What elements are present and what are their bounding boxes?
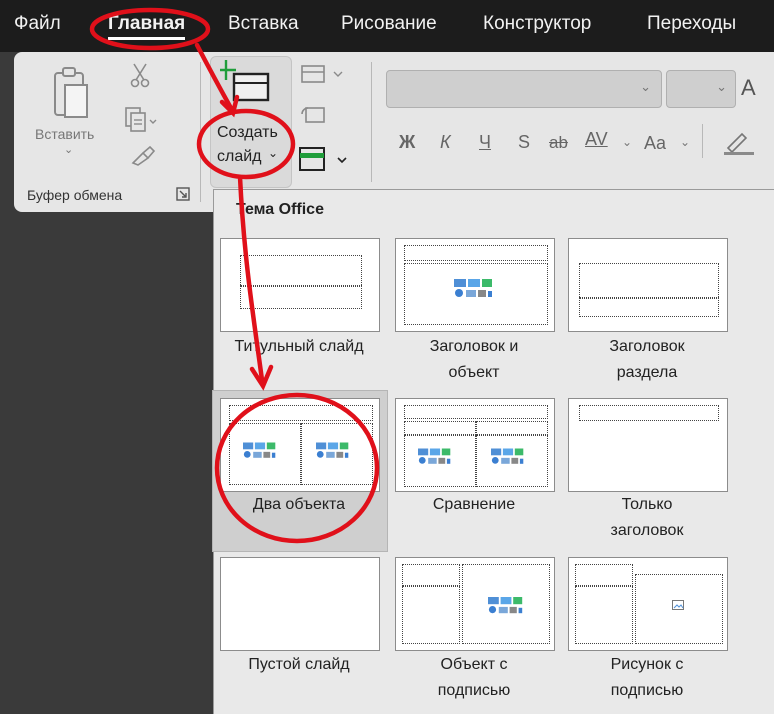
grow-font-button[interactable]: A bbox=[741, 75, 756, 101]
title-placeholder bbox=[579, 405, 719, 421]
layout-label-line: Объект с bbox=[440, 656, 508, 673]
picture-icon bbox=[672, 600, 684, 610]
text-placeholder bbox=[579, 297, 719, 317]
layout-label-line: объект bbox=[448, 364, 500, 381]
layout-label-line: заголовок bbox=[610, 522, 684, 539]
clipboard-group-label: Буфер обмена bbox=[27, 187, 123, 203]
tab-transitions[interactable]: Переходы bbox=[647, 13, 736, 35]
font-family-select[interactable]: ⌄ bbox=[386, 70, 662, 108]
group-divider bbox=[200, 62, 201, 202]
new-slide-label-2[interactable]: слайд bbox=[217, 148, 262, 166]
content-icons bbox=[488, 597, 523, 614]
format-painter-icon[interactable] bbox=[130, 145, 156, 167]
layout-thumb-comparison[interactable] bbox=[395, 398, 555, 492]
font-family-chevron-icon: ⌄ bbox=[640, 79, 651, 94]
heading-placeholder-left bbox=[404, 421, 476, 435]
char-spacing-chevron-icon[interactable]: ⌄ bbox=[622, 135, 632, 149]
char-spacing-button[interactable]: AV bbox=[585, 129, 608, 150]
tab-draw[interactable]: Рисование bbox=[341, 13, 437, 35]
title-placeholder bbox=[402, 564, 460, 586]
layout-thumb-content-caption[interactable] bbox=[395, 557, 555, 651]
layout-thumb-blank[interactable] bbox=[220, 557, 380, 651]
cut-icon[interactable] bbox=[129, 62, 151, 88]
layout-label-section-header[interactable]: Заголовок раздела bbox=[557, 334, 737, 386]
layout-label-title-content[interactable]: Заголовок и объект bbox=[384, 334, 564, 386]
strikethrough-button[interactable]: ab bbox=[549, 133, 568, 153]
text-placeholder bbox=[575, 586, 633, 644]
highlight-icon[interactable] bbox=[724, 128, 754, 156]
layout-thumb-title-content[interactable] bbox=[395, 238, 555, 332]
layout-thumb-section-header[interactable] bbox=[568, 238, 728, 332]
title-placeholder bbox=[579, 263, 719, 299]
underline-button[interactable]: Ч bbox=[479, 132, 491, 153]
tab-home[interactable]: Главная bbox=[108, 13, 186, 40]
layout-label-line: раздела bbox=[616, 364, 678, 381]
layout-label-line: подписью bbox=[610, 682, 684, 699]
layout-label-two-content[interactable]: Два объекта bbox=[209, 492, 389, 518]
bold-button[interactable]: Ж bbox=[399, 132, 415, 153]
content-icons bbox=[243, 442, 276, 458]
layout-icon[interactable] bbox=[300, 64, 348, 86]
group-divider-2 bbox=[371, 62, 372, 182]
title-placeholder bbox=[575, 564, 633, 586]
tab-file[interactable]: Файл bbox=[14, 13, 61, 35]
title-placeholder bbox=[229, 405, 373, 421]
layout-thumb-picture-caption[interactable] bbox=[568, 557, 728, 651]
subtitle-placeholder bbox=[240, 285, 362, 309]
copy-icon[interactable] bbox=[124, 106, 158, 134]
layout-label-line: подписью bbox=[437, 682, 511, 699]
layout-label-line: Рисунок с bbox=[610, 656, 684, 673]
reset-icon[interactable] bbox=[300, 104, 328, 126]
layout-label-content-caption[interactable]: Объект с подписью bbox=[384, 652, 564, 704]
layout-thumb-title-slide[interactable] bbox=[220, 238, 380, 332]
layout-label-line: Заголовок и bbox=[429, 338, 519, 355]
format-divider bbox=[702, 124, 703, 158]
tab-design[interactable]: Конструктор bbox=[483, 13, 591, 35]
layout-label-line: Заголовок bbox=[609, 338, 685, 355]
change-case-button[interactable]: Aa bbox=[644, 133, 666, 154]
layout-label-line: Только bbox=[621, 496, 673, 513]
new-slide-icon[interactable] bbox=[220, 58, 272, 104]
layout-label-blank[interactable]: Пустой слайд bbox=[209, 652, 389, 678]
content-icons bbox=[491, 448, 524, 464]
content-icons bbox=[316, 442, 349, 458]
font-size-chevron-icon: ⌄ bbox=[716, 79, 727, 94]
title-placeholder bbox=[404, 405, 548, 419]
layout-label-title-slide[interactable]: Титульный слайд bbox=[209, 334, 389, 360]
new-slide-label[interactable]: Создать bbox=[217, 124, 278, 142]
tab-insert[interactable]: Вставка bbox=[228, 13, 299, 35]
layout-thumb-title-only[interactable] bbox=[568, 398, 728, 492]
layout-label-comparison[interactable]: Сравнение bbox=[384, 492, 564, 518]
paste-icon[interactable] bbox=[51, 65, 91, 121]
layout-label-picture-caption[interactable]: Рисунок с подписью bbox=[557, 652, 737, 704]
content-icons bbox=[454, 279, 492, 297]
font-size-select[interactable]: ⌄ bbox=[666, 70, 736, 108]
title-placeholder bbox=[240, 255, 362, 287]
section-icon[interactable] bbox=[298, 146, 350, 172]
layout-thumb-two-content[interactable] bbox=[220, 398, 380, 492]
gallery-title: Тема Office bbox=[236, 201, 324, 218]
title-placeholder bbox=[404, 245, 548, 261]
new-slide-chevron-icon[interactable]: ⌄ bbox=[268, 146, 278, 160]
shadow-button[interactable]: S bbox=[518, 132, 530, 153]
content-icons bbox=[418, 448, 451, 464]
layout-label-title-only[interactable]: Только заголовок bbox=[557, 492, 737, 544]
text-placeholder bbox=[402, 586, 460, 644]
paste-label[interactable]: Вставить bbox=[35, 126, 94, 142]
heading-placeholder-right bbox=[476, 421, 548, 435]
paste-chevron-icon[interactable]: ⌄ bbox=[64, 143, 73, 156]
change-case-chevron-icon[interactable]: ⌄ bbox=[680, 135, 690, 149]
italic-button[interactable]: К bbox=[440, 132, 451, 153]
dialog-launcher-icon[interactable] bbox=[176, 187, 190, 201]
